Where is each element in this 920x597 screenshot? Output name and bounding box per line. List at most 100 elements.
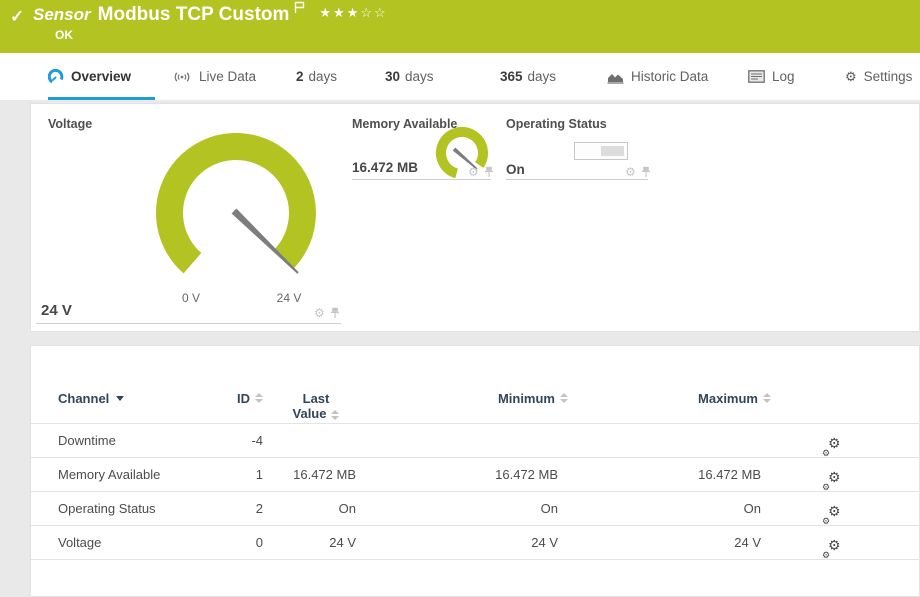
tab-overview[interactable]: Overview bbox=[48, 53, 131, 100]
column-header-id-label: ID bbox=[237, 391, 250, 406]
tab-365-days-number: 365 bbox=[500, 69, 523, 84]
cell-id: 1 bbox=[161, 458, 263, 491]
tab-2-days-number: 2 bbox=[296, 69, 304, 84]
tab-historic-data-label: Historic Data bbox=[631, 69, 708, 84]
column-header-channel-label: Channel bbox=[58, 391, 109, 406]
voltage-gauge-needle bbox=[232, 209, 299, 274]
sensor-name: Modbus TCP Custom bbox=[98, 4, 290, 26]
sort-toggle-icon bbox=[255, 393, 263, 403]
channel-settings-button[interactable]: ⚙⚙ bbox=[821, 526, 847, 560]
tab-log-label: Log bbox=[772, 69, 795, 84]
channel-settings-button[interactable]: ⚙⚙ bbox=[821, 458, 847, 492]
tab-30-days-number: 30 bbox=[385, 69, 400, 84]
tab-365-days[interactable]: 365 days bbox=[500, 53, 556, 100]
voltage-panel-title: Voltage bbox=[48, 117, 92, 131]
gauges-card: Voltage 0 V 24 V 24 V ⚙ Memory Available… bbox=[30, 103, 920, 332]
tab-overview-label: Overview bbox=[71, 69, 131, 84]
operating-status-toggle-knob bbox=[601, 146, 624, 156]
tab-live-data[interactable]: Live Data bbox=[172, 53, 256, 100]
sensor-header: ✓ Sensor Modbus TCP Custom ★★★☆☆ OK bbox=[0, 0, 920, 53]
table-row-operating-status: Operating Status 2 On On On ⚙⚙ bbox=[31, 492, 920, 526]
column-header-maximum[interactable]: Maximum bbox=[649, 391, 771, 406]
column-header-minimum-label: Minimum bbox=[498, 391, 555, 406]
voltage-scale-max-label: 24 V bbox=[267, 291, 311, 305]
cell-last-value: On bbox=[256, 492, 356, 525]
cell-minimum: 24 V bbox=[408, 526, 558, 559]
table-row-voltage: Voltage 0 24 V 24 V 24 V ⚙⚙ bbox=[31, 526, 920, 560]
channel-settings-button[interactable]: ⚙⚙ bbox=[821, 424, 847, 458]
sort-toggle-icon bbox=[763, 393, 771, 403]
memory-pin-icon[interactable] bbox=[484, 166, 494, 178]
sensor-title-row: Sensor Modbus TCP Custom ★★★☆☆ bbox=[33, 4, 388, 26]
double-gear-icon: ⚙⚙ bbox=[821, 424, 847, 458]
operating-status-toggle bbox=[574, 142, 628, 160]
operating-value: On bbox=[506, 162, 525, 177]
voltage-value: 24 V bbox=[41, 302, 72, 319]
channel-settings-button[interactable]: ⚙⚙ bbox=[821, 492, 847, 526]
memory-panel-tools: ⚙ bbox=[468, 165, 494, 179]
stars-empty: ☆☆ bbox=[360, 5, 387, 20]
tab-30-days[interactable]: 30 days bbox=[385, 53, 434, 100]
tab-30-days-unit: days bbox=[405, 69, 434, 84]
gauge-icon bbox=[48, 69, 64, 85]
column-header-value-label: Value bbox=[293, 406, 327, 421]
cell-channel: Operating Status bbox=[58, 492, 156, 525]
double-gear-icon: ⚙⚙ bbox=[821, 458, 847, 492]
cell-id: -4 bbox=[161, 424, 263, 457]
channel-table-card: Channel ID Last Value Minimum Maximum Do… bbox=[30, 345, 920, 597]
settings-gear-icon: ⚙ bbox=[845, 69, 857, 85]
tab-historic-data[interactable]: Historic Data bbox=[607, 53, 708, 100]
tab-365-days-unit: days bbox=[528, 69, 557, 84]
priority-stars[interactable]: ★★★☆☆ bbox=[319, 5, 387, 21]
voltage-pin-icon[interactable] bbox=[330, 307, 340, 319]
cell-last-value: 16.472 MB bbox=[256, 458, 356, 491]
table-row-memory-available: Memory Available 1 16.472 MB 16.472 MB 1… bbox=[31, 458, 920, 492]
log-list-icon bbox=[748, 70, 765, 83]
live-data-icon bbox=[172, 70, 192, 84]
column-header-channel[interactable]: Channel bbox=[58, 391, 124, 406]
cell-id: 2 bbox=[161, 492, 263, 525]
voltage-panel-divider bbox=[36, 323, 341, 324]
voltage-scale-min-label: 0 V bbox=[169, 291, 213, 305]
cell-channel: Memory Available bbox=[58, 458, 160, 491]
table-row-downtime: Downtime -4 ⚙⚙ bbox=[31, 424, 920, 458]
cell-maximum: On bbox=[611, 492, 761, 525]
memory-panel-divider bbox=[352, 179, 491, 180]
tab-live-data-label: Live Data bbox=[199, 69, 256, 84]
double-gear-icon: ⚙⚙ bbox=[821, 492, 847, 526]
tab-2-days[interactable]: 2 days bbox=[296, 53, 337, 100]
column-header-maximum-label: Maximum bbox=[698, 391, 758, 406]
flag-icon[interactable] bbox=[294, 1, 305, 14]
tab-bar: Overview Live Data 2 days 30 days 365 da… bbox=[0, 53, 920, 100]
channel-rows: Downtime -4 ⚙⚙ Memory Available 1 16.472… bbox=[31, 423, 920, 560]
sort-desc-caret-icon bbox=[116, 396, 124, 401]
memory-value: 16.472 MB bbox=[352, 160, 418, 175]
sort-toggle-icon bbox=[560, 393, 568, 403]
stars-filled: ★★★ bbox=[319, 5, 360, 20]
column-header-last-value[interactable]: Last Value bbox=[271, 391, 361, 421]
memory-settings-gear-icon[interactable]: ⚙ bbox=[468, 165, 479, 179]
voltage-settings-gear-icon[interactable]: ⚙ bbox=[314, 306, 325, 320]
double-gear-icon: ⚙⚙ bbox=[821, 526, 847, 560]
operating-panel-divider bbox=[506, 179, 648, 180]
cell-channel: Downtime bbox=[58, 424, 116, 457]
operating-pin-icon[interactable] bbox=[641, 166, 651, 178]
historic-chart-icon bbox=[607, 70, 624, 84]
voltage-gauge-arc bbox=[169, 146, 302, 263]
status-ok-check-icon: ✓ bbox=[10, 7, 24, 27]
tab-log[interactable]: Log bbox=[748, 53, 795, 100]
column-header-last-label: Last bbox=[303, 391, 330, 406]
tab-settings-label: Settings bbox=[864, 69, 913, 84]
cell-minimum: 16.472 MB bbox=[408, 458, 558, 491]
tab-settings[interactable]: ⚙ Settings bbox=[845, 53, 912, 100]
operating-panel-title: Operating Status bbox=[506, 117, 607, 131]
cell-channel: Voltage bbox=[58, 526, 101, 559]
column-header-minimum[interactable]: Minimum bbox=[446, 391, 568, 406]
sort-toggle-icon bbox=[331, 410, 339, 420]
gauges-graphics bbox=[31, 104, 919, 331]
status-badge: OK bbox=[55, 28, 73, 42]
column-header-id[interactable]: ID bbox=[161, 391, 263, 406]
operating-settings-gear-icon[interactable]: ⚙ bbox=[625, 165, 636, 179]
object-type-label: Sensor bbox=[33, 5, 91, 25]
operating-panel-tools: ⚙ bbox=[625, 165, 651, 179]
